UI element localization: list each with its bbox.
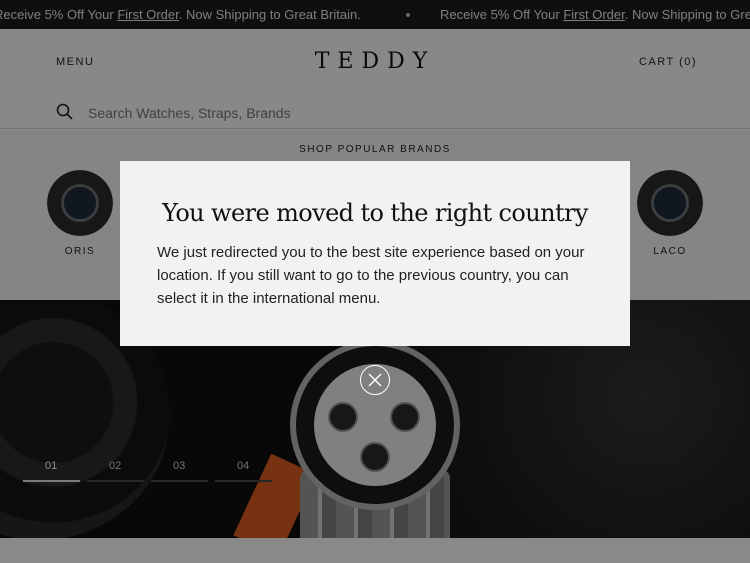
close-icon: [368, 373, 382, 387]
modal-body: We just redirected you to the best site …: [157, 244, 585, 307]
modal-title: You were moved to the right country: [162, 199, 588, 227]
close-modal-button[interactable]: [360, 365, 390, 395]
country-redirect-modal: You were moved to the right country We j…: [120, 161, 630, 346]
